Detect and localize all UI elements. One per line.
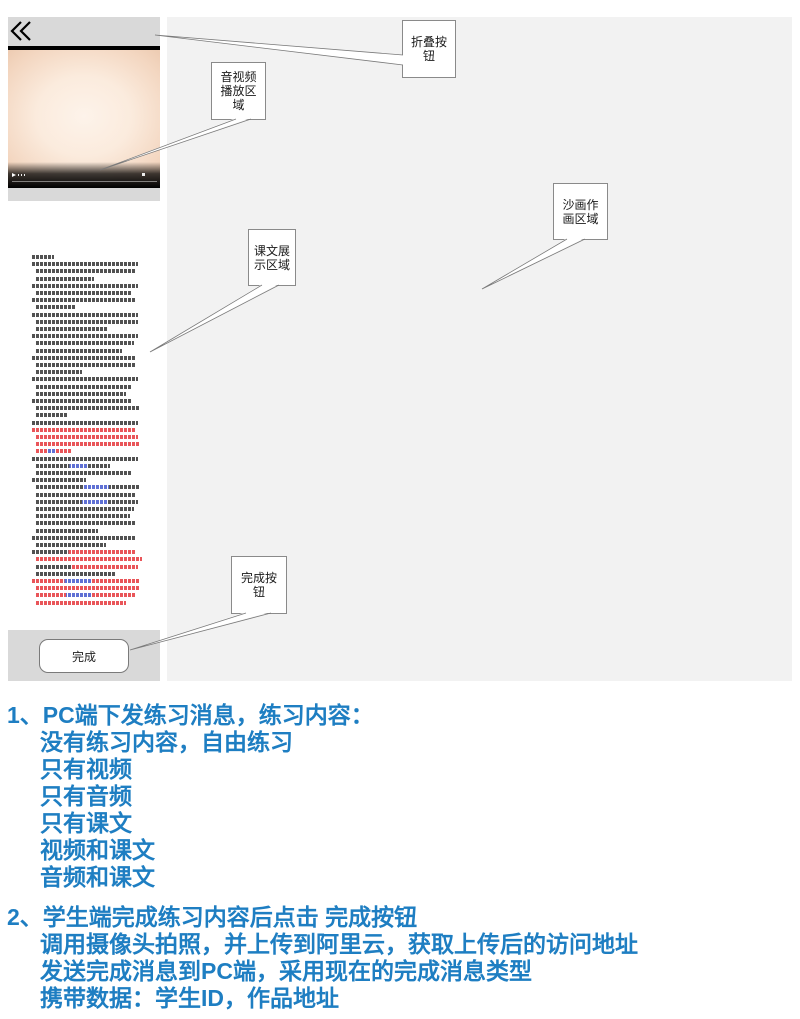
lesson-text-line — [36, 363, 136, 367]
callout-label: 音视频播放区域 — [220, 70, 257, 112]
lesson-text-line — [32, 456, 138, 461]
notes-section-1: 1、PC端下发练习消息，练习内容： 没有练习内容，自由练习 只有视频 只有音频 … — [7, 702, 374, 891]
lesson-text-line — [32, 334, 138, 339]
lesson-text-line — [32, 478, 86, 483]
lesson-text-line — [36, 391, 126, 396]
fullscreen-icon[interactable] — [142, 173, 145, 176]
lesson-text-line — [36, 571, 116, 576]
lesson-text-line — [36, 492, 136, 497]
callout-label: 完成按钮 — [240, 571, 277, 599]
lesson-text-line — [36, 348, 122, 353]
lesson-text-line — [32, 377, 138, 382]
callout-sand-painting-area: 沙画作画区域 — [553, 183, 608, 240]
note-item: 携带数据：学生ID，作品地址 — [40, 985, 339, 1011]
lesson-text-line — [36, 384, 132, 389]
lesson-text-line — [36, 413, 68, 418]
lesson-text-line — [32, 550, 136, 555]
lesson-text-line — [36, 543, 106, 547]
progress-track[interactable] — [12, 181, 157, 182]
lesson-text-line — [36, 435, 138, 439]
lesson-text-line — [32, 298, 136, 303]
lesson-text-line — [36, 485, 140, 490]
callout-complete-button: 完成按钮 — [231, 556, 287, 614]
collapse-button[interactable] — [9, 19, 33, 43]
video-player[interactable] — [8, 46, 160, 188]
lesson-text-line — [36, 319, 138, 324]
lesson-text-line — [32, 579, 140, 583]
lesson-text-line — [32, 255, 54, 259]
note-item: 音频和课文 — [40, 864, 155, 890]
callout-label: 沙画作画区域 — [562, 197, 599, 226]
callout-media-player-area: 音视频播放区域 — [211, 62, 266, 120]
lesson-text-line — [36, 370, 82, 375]
lesson-text-line — [32, 312, 138, 317]
lesson-text-line — [36, 327, 108, 331]
lesson-text-line — [36, 564, 138, 569]
lesson-text-line — [32, 355, 136, 360]
practice-screen-mockup: 完成 折叠按钮 音视频播放区域 课文展示区域 沙画作画区域 完成按钮 1、PC端… — [0, 0, 800, 1019]
lesson-text-line — [36, 291, 132, 295]
note-heading: 2、学生端完成练习内容后点击 完成按钮 — [7, 904, 418, 930]
lesson-text-line — [32, 535, 136, 540]
play-icon[interactable] — [12, 173, 16, 177]
lesson-text-line — [36, 514, 130, 519]
lesson-text-line — [36, 463, 110, 468]
lesson-text-line — [36, 593, 136, 598]
note-item: 调用摄像头拍照，并上传到阿里云，获取上传后的访问地址 — [40, 931, 638, 957]
lesson-text-line — [36, 341, 134, 346]
video-time-indicator — [18, 174, 26, 176]
lesson-text-line — [36, 600, 126, 605]
lesson-text-line — [36, 507, 134, 511]
video-controls-bar[interactable] — [8, 162, 160, 188]
note-item: 只有音频 — [40, 783, 132, 809]
note-item: 只有课文 — [40, 810, 132, 836]
lesson-text-panel[interactable] — [8, 201, 160, 630]
complete-button[interactable]: 完成 — [39, 639, 129, 673]
callout-collapse-button: 折叠按钮 — [402, 20, 456, 78]
note-heading: 1、PC端下发练习消息，练习内容： — [7, 702, 374, 728]
note-item: 没有练习内容，自由练习 — [40, 729, 293, 755]
lesson-text-line — [32, 427, 136, 432]
callout-lesson-text-area: 课文展示区域 — [248, 229, 296, 286]
note-item: 只有视频 — [40, 756, 132, 782]
lesson-text-line — [32, 420, 138, 425]
lesson-text-line — [36, 471, 132, 475]
lesson-text-line — [36, 305, 76, 310]
lesson-text-line — [36, 276, 94, 281]
lesson-text-line — [36, 449, 72, 454]
lesson-text-line — [32, 262, 138, 267]
lesson-text-line — [36, 269, 136, 274]
lesson-text-line — [36, 557, 142, 562]
lesson-text-line — [36, 442, 140, 447]
notes-section-2: 2、学生端完成练习内容后点击 完成按钮 调用摄像头拍照，并上传到阿里云，获取上传… — [7, 904, 638, 1012]
lesson-text-line — [36, 406, 140, 411]
note-item: 发送完成消息到PC端，采用现在的完成消息类型 — [40, 958, 532, 984]
note-item: 视频和课文 — [40, 837, 155, 863]
sidebar-divider-band — [8, 188, 160, 201]
callout-label: 折叠按钮 — [410, 35, 447, 63]
lesson-text-line — [36, 499, 138, 504]
lesson-text-line — [36, 586, 140, 591]
lesson-text-line — [36, 521, 136, 526]
double-chevron-left-icon — [10, 21, 31, 41]
callout-label: 课文展示区域 — [253, 243, 290, 272]
lesson-text-line — [36, 528, 98, 533]
lesson-text-line — [32, 283, 138, 288]
lesson-text-line — [32, 399, 132, 403]
